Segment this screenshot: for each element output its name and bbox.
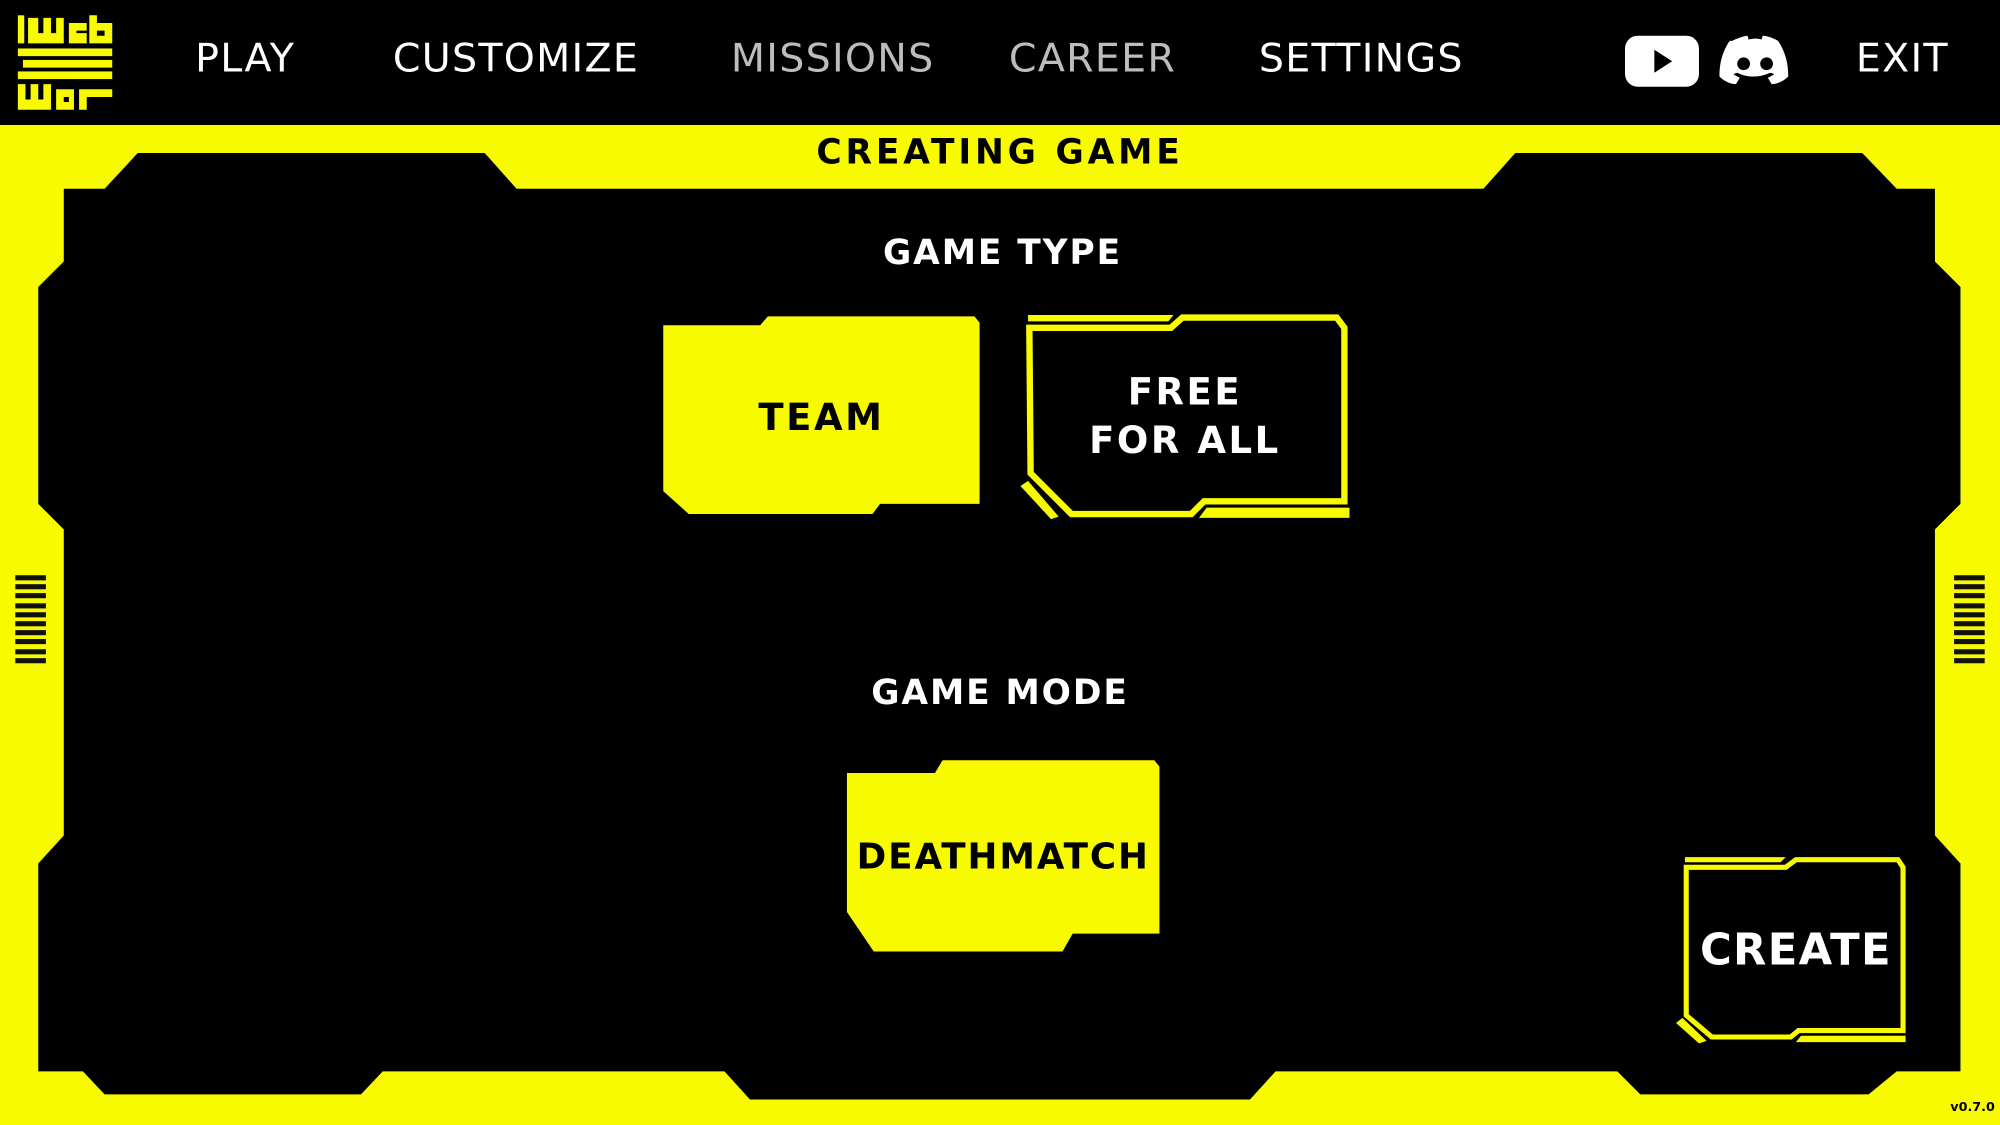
game-type-team-button[interactable]: TEAM	[661, 315, 982, 519]
game-mode-heading: GAME MODE	[871, 673, 1129, 714]
game-mode-deathmatch-button[interactable]: DEATHMATCH	[846, 759, 1161, 954]
right-grip-lines	[1954, 575, 1985, 667]
game-type-heading: GAME TYPE	[882, 233, 1123, 273]
version-label: v0.7.0	[1950, 1100, 1995, 1115]
game-type-free-for-all-button[interactable]: FREE FOR ALL	[1020, 312, 1350, 520]
left-grip-lines	[15, 575, 46, 667]
panel-title: CREATING GAME	[816, 132, 1184, 173]
create-button[interactable]: CREATE	[1676, 855, 1908, 1046]
game-screen: PLAY CUSTOMIZE MISSIONS CAREER SETTINGS …	[0, 0, 2000, 1125]
